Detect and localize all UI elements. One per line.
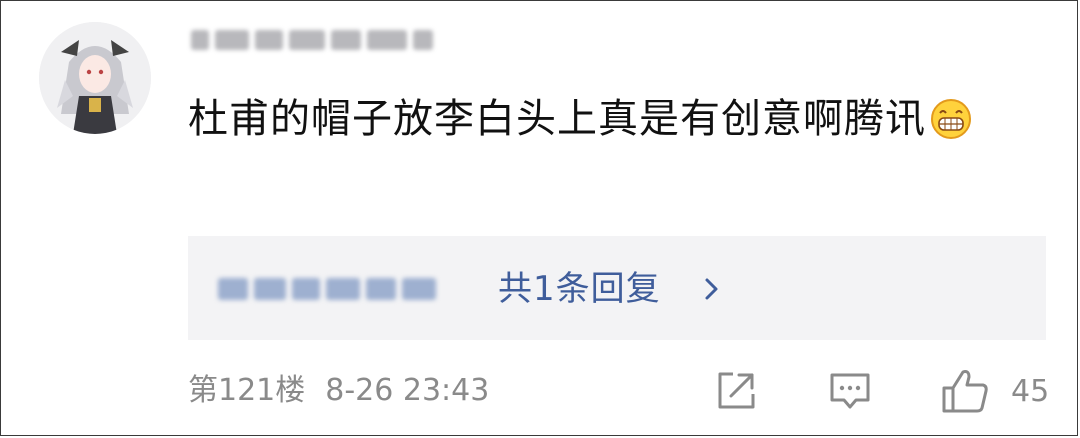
share-button[interactable] bbox=[715, 369, 757, 413]
like-count: 45 bbox=[1011, 373, 1050, 409]
reply-preview[interactable]: 共1条回复 bbox=[188, 236, 1046, 340]
timestamp: 8-26 23:43 bbox=[325, 373, 490, 408]
chevron-right-icon[interactable] bbox=[700, 277, 724, 301]
comment-text: 杜甫的帽子放李白头上真是有创意啊腾讯 bbox=[188, 96, 926, 142]
share-icon bbox=[718, 372, 755, 409]
reply-author-redacted bbox=[218, 274, 466, 304]
comment-icon bbox=[830, 373, 870, 409]
floor-number: 第121楼 bbox=[188, 373, 306, 408]
reply-count-link[interactable]: 共1条回复 bbox=[498, 266, 661, 312]
comment-body: 杜甫的帽子放李白头上真是有创意啊腾讯 bbox=[188, 83, 1018, 155]
thumbs-up-icon bbox=[942, 370, 988, 413]
reply-button[interactable] bbox=[829, 369, 871, 413]
grinning-face-icon bbox=[930, 91, 972, 139]
username-redacted[interactable] bbox=[191, 26, 451, 54]
avatar-image bbox=[39, 22, 151, 134]
comment-meta: 第121楼 8-26 23:43 bbox=[188, 369, 489, 413]
comment-card: 杜甫的帽子放李白头上真是有创意啊腾讯 共1条回复 第121楼 8-26 23:4… bbox=[0, 0, 1078, 436]
like-button[interactable]: 45 bbox=[941, 369, 1049, 413]
avatar[interactable] bbox=[39, 22, 151, 134]
